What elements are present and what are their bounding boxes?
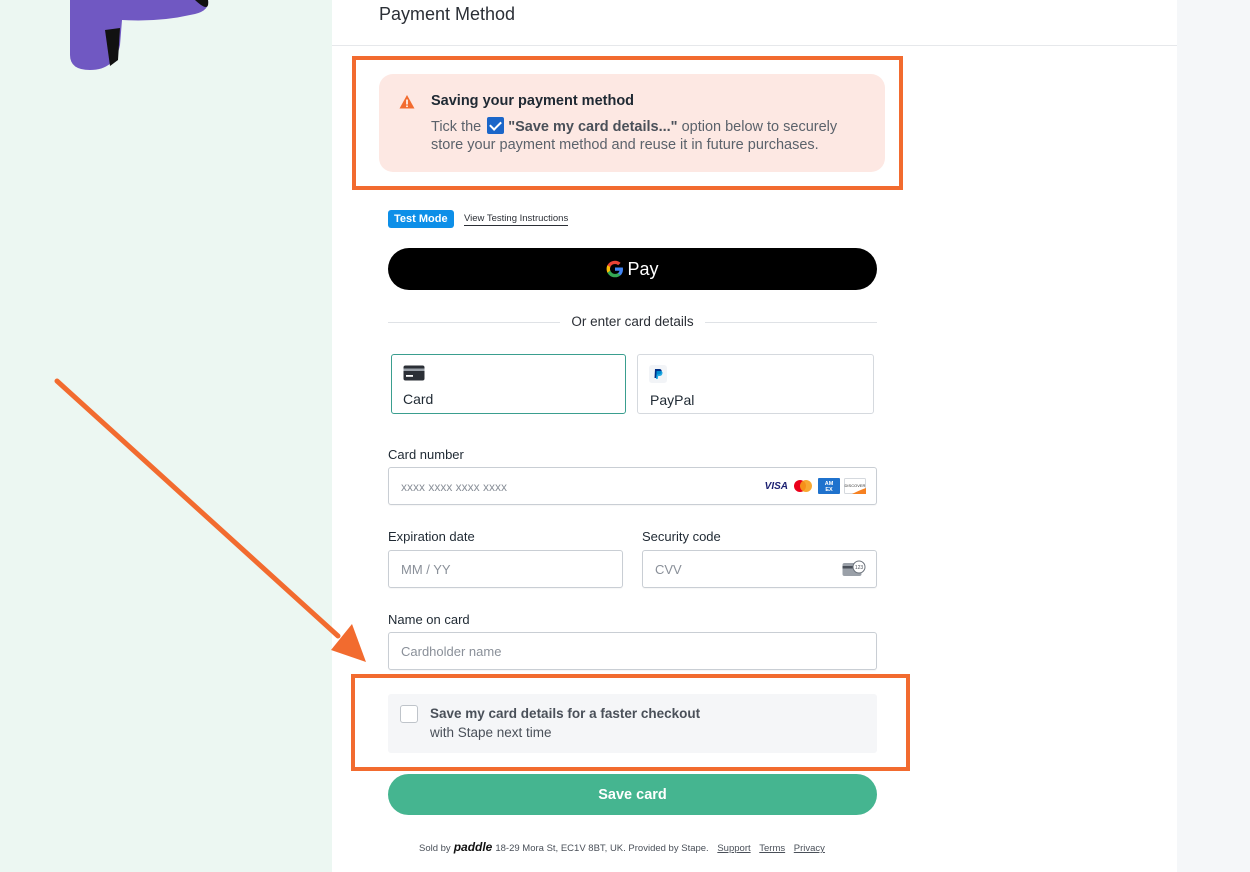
footer-terms-link[interactable]: Terms: [759, 843, 785, 854]
checked-checkbox-icon: [487, 117, 505, 134]
paypal-icon: [649, 365, 667, 383]
payment-method-card-label: Card: [403, 391, 434, 407]
expiration-date-input[interactable]: MM / YY: [388, 550, 623, 588]
save-card-option: Save my card details for a faster checko…: [388, 694, 877, 753]
card-number-placeholder: xxxx xxxx xxxx xxxx: [401, 480, 508, 494]
discover-icon: DISCOVER: [844, 478, 866, 494]
save-card-option-subtitle: with Stape next time: [430, 725, 552, 740]
svg-text:DISCOVER: DISCOVER: [845, 483, 866, 488]
cardholder-name-input[interactable]: Cardholder name: [388, 632, 877, 670]
expiration-date-label: Expiration date: [388, 529, 475, 544]
page-title: Payment Method: [379, 4, 516, 24]
right-background: [1177, 0, 1250, 872]
expiration-date-placeholder: MM / YY: [401, 562, 451, 577]
divider: Or enter card details: [388, 313, 877, 333]
visa-icon: VISA: [764, 480, 788, 492]
card-number-input[interactable]: xxxx xxxx xxxx xxxx VISA AM EX DISCOVER: [388, 467, 877, 505]
cvv-icon-text: 123: [855, 565, 864, 571]
footer-provider: Stape.: [681, 843, 709, 854]
security-code-placeholder: CVV: [655, 562, 682, 577]
payment-method-paypal[interactable]: PayPal: [637, 354, 874, 414]
google-g-icon: [607, 260, 624, 278]
footer-provided-by: Provided by: [628, 843, 679, 854]
illustration-hand: [70, 0, 209, 70]
footer-sold-by: Sold by: [419, 843, 451, 854]
security-code-input[interactable]: CVV 123: [642, 550, 877, 588]
amex-icon: AM EX: [818, 478, 840, 494]
footer: Sold by paddle 18-29 Mora St, EC1V 8BT, UK…: [419, 840, 825, 854]
google-pay-label: Pay: [627, 258, 659, 279]
page-header: Payment Method: [332, 0, 1177, 46]
saving-info-alert: Saving your payment method Tick the "Save…: [379, 74, 885, 172]
left-background: [0, 0, 332, 872]
card-number-label: Card number: [388, 447, 464, 462]
paddle-logo: paddle: [453, 840, 493, 854]
card-brand-logos: VISA AM EX DISCOVER: [765, 478, 866, 494]
footer-support-link[interactable]: Support: [717, 843, 750, 854]
alert-body-prefix: Tick the: [431, 119, 482, 135]
name-on-card-label: Name on card: [388, 612, 470, 627]
google-pay-button[interactable]: Pay: [388, 248, 877, 290]
save-card-checkbox[interactable]: [400, 705, 418, 723]
save-card-button[interactable]: Save card: [388, 774, 877, 815]
alert-body: Tick the "Save my card details..." option…: [431, 117, 871, 154]
alert-body-bold: "Save my card details...": [508, 119, 678, 135]
svg-text:EX: EX: [825, 487, 833, 493]
footer-address: 18-29 Mora St, EC1V 8BT, UK.: [495, 843, 626, 854]
security-code-label: Security code: [642, 529, 721, 544]
warning-icon: [399, 95, 415, 109]
payment-method-card[interactable]: Card: [391, 354, 626, 414]
view-testing-instructions-link[interactable]: View Testing Instructions: [464, 213, 569, 226]
footer-privacy-link[interactable]: Privacy: [794, 843, 825, 854]
cardholder-name-placeholder: Cardholder name: [401, 644, 502, 659]
credit-card-icon: [403, 365, 425, 381]
test-mode-badge: Test Mode: [388, 210, 454, 228]
alert-title: Saving your payment method: [431, 93, 635, 109]
save-card-option-title: Save my card details for a faster checko…: [430, 706, 701, 721]
mastercard-icon: [794, 480, 812, 492]
payment-method-paypal-label: PayPal: [650, 392, 695, 408]
cvv-card-icon: 123: [842, 560, 866, 576]
divider-text: Or enter card details: [561, 314, 704, 329]
